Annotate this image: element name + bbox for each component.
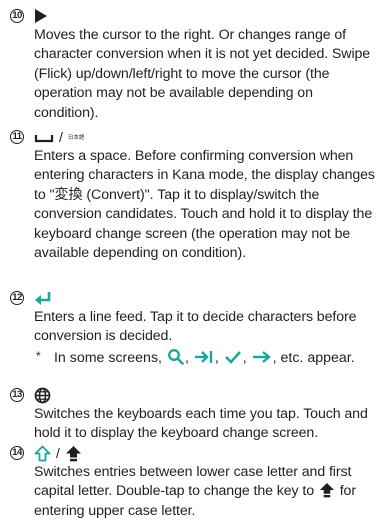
item-number: 14	[10, 446, 24, 460]
play-right-icon	[35, 9, 47, 23]
item-10-header: 10	[8, 6, 379, 26]
item-12-header: 12	[8, 288, 379, 308]
shift-outline-icon	[34, 445, 51, 461]
shift-filled-icon	[65, 445, 81, 461]
separator-slash: /	[59, 129, 63, 145]
item-number: 12	[10, 291, 24, 305]
enter-key-icon	[35, 292, 51, 305]
japanese-key-label: 日本語	[67, 135, 85, 141]
item-10: 10 Moves the cursor to the right. Or cha…	[8, 6, 379, 123]
item-11-description: Enters a space. Before confirming conver…	[34, 148, 375, 262]
search-icon	[167, 348, 184, 365]
note-marker: *	[36, 348, 41, 363]
item-14: 14 / Switches entries between lower case…	[8, 443, 379, 521]
item-number: 13	[10, 388, 24, 402]
item-number: 11	[10, 130, 24, 144]
next-field-icon	[194, 350, 213, 363]
item-11: 11 / 日本語 Enters a space. Before confirmi…	[8, 127, 379, 263]
item-13-description: Switches the keyboards each time you tap…	[34, 406, 368, 442]
note-suffix: , etc. appear.	[272, 349, 355, 366]
item-11-header: 11 / 日本語	[8, 127, 379, 147]
go-arrow-icon	[252, 350, 271, 363]
item-13: 13 Switches the keyboards each time you …	[8, 385, 379, 444]
note-prefix: In some screens,	[53, 349, 162, 366]
separator-slash: /	[56, 445, 60, 461]
item-14-description: Switches entries between lower case lett…	[34, 463, 379, 521]
item-14-description-before: Switches entries between lower case lett…	[34, 464, 352, 500]
shift-filled-icon	[319, 483, 334, 498]
item-12: 12 Enters a line feed. Tap it to decide …	[8, 288, 379, 368]
item-13-header: 13	[8, 385, 379, 405]
item-number: 10	[10, 9, 24, 23]
item-12-note: * In some screens, , , , , etc. appear.	[36, 348, 355, 366]
item-14-header: 14 /	[8, 443, 379, 463]
globe-icon	[34, 387, 51, 403]
done-check-icon	[224, 350, 241, 364]
space-key-icon	[34, 135, 54, 143]
item-10-description: Moves the cursor to the right. Or change…	[34, 27, 371, 121]
item-12-description: Enters a line feed. Tap it to decide cha…	[34, 309, 357, 345]
